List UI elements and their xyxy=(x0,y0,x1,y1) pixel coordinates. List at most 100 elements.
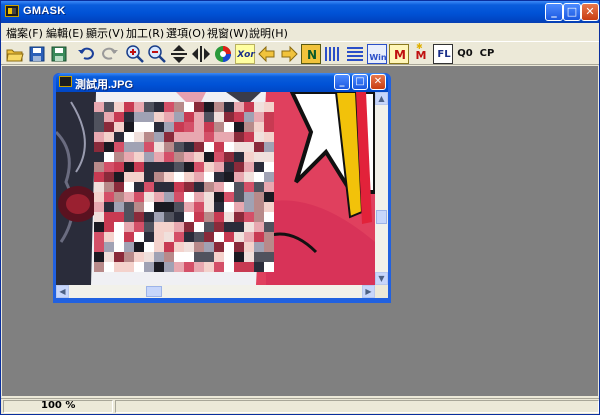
image-canvas[interactable] xyxy=(56,92,375,285)
image-document-window: 測試用.JPG _ □ ✕ ▲ ▼ ◀ ▶ xyxy=(53,73,391,303)
minimize-button[interactable]: _ xyxy=(545,3,563,21)
mosaic-tile xyxy=(124,262,134,272)
mosaic-tile xyxy=(114,102,124,112)
mosaic-tile xyxy=(264,252,274,262)
shift-left-button[interactable] xyxy=(257,44,277,64)
mosaic-tile xyxy=(144,152,154,162)
mosaic-tile xyxy=(154,122,164,132)
win-button[interactable]: Win xyxy=(367,44,387,64)
document-icon[interactable] xyxy=(59,76,72,87)
fl-button[interactable]: FL xyxy=(433,44,453,64)
zoom-out-button[interactable] xyxy=(147,44,167,64)
horizontal-glass-button[interactable] xyxy=(345,44,365,64)
mosaic-tile xyxy=(214,252,224,262)
menu-help[interactable]: 說明(H) xyxy=(249,25,288,41)
meko-plus-button[interactable]: M ✱ xyxy=(411,42,431,64)
mosaic-tile xyxy=(184,142,194,152)
mosaic-tile xyxy=(224,182,234,192)
mosaic-tile xyxy=(144,252,154,262)
vertical-scrollbar[interactable]: ▲ ▼ xyxy=(375,92,388,285)
mosaic-tile xyxy=(164,202,174,212)
mosaic-tile xyxy=(244,162,254,172)
mosaic-tile xyxy=(224,262,234,272)
save-button[interactable] xyxy=(27,44,47,64)
status-bar: 100 % xyxy=(1,398,599,414)
mosaic-tile xyxy=(264,232,274,242)
mosaic-tile xyxy=(134,122,144,132)
zoom-level: 100 % xyxy=(41,400,76,411)
image-minimize-button[interactable]: _ xyxy=(334,74,350,90)
scroll-down-button[interactable]: ▼ xyxy=(375,272,388,285)
mosaic-tile xyxy=(264,152,274,162)
app-icon[interactable] xyxy=(5,5,19,17)
title-bar[interactable]: GMASK _ □ ✕ xyxy=(1,1,599,23)
image-window-title: 測試用.JPG xyxy=(75,79,134,91)
mosaic-tile xyxy=(204,242,214,252)
flip-horizontal-button[interactable] xyxy=(191,44,211,64)
mosaic-tile xyxy=(94,102,104,112)
mosaic-tile xyxy=(174,242,184,252)
color-wheel-button[interactable] xyxy=(213,44,233,64)
vertical-scroll-thumb[interactable] xyxy=(376,210,387,224)
color-wheel-icon xyxy=(215,46,231,62)
mosaic-tile xyxy=(264,262,274,272)
save-as-button[interactable] xyxy=(49,44,69,64)
cp-button[interactable]: CP xyxy=(477,44,497,64)
mosaic-block xyxy=(94,102,274,272)
menu-options[interactable]: 選項(O) xyxy=(166,25,205,41)
vertical-glass-button[interactable] xyxy=(323,44,343,64)
size-grip[interactable] xyxy=(375,285,388,298)
redo-button[interactable] xyxy=(99,44,119,64)
mosaic-tile xyxy=(164,102,174,112)
zoom-in-button[interactable] xyxy=(125,44,145,64)
mosaic-tile xyxy=(164,262,174,272)
maximize-button[interactable]: □ xyxy=(563,3,581,21)
q0-button[interactable]: Q0 xyxy=(455,44,475,64)
shift-right-button[interactable] xyxy=(279,44,299,64)
undo-button[interactable] xyxy=(77,44,97,64)
scroll-left-button[interactable]: ◀ xyxy=(56,285,69,298)
xor-button[interactable]: Xor xyxy=(235,44,255,64)
menu-process[interactable]: 加工(R) xyxy=(126,25,164,41)
open-button[interactable] xyxy=(5,44,25,64)
scroll-right-button[interactable]: ▶ xyxy=(362,285,375,298)
mosaic-tile xyxy=(144,172,154,182)
mosaic-tile xyxy=(94,122,104,132)
close-button[interactable]: ✕ xyxy=(581,3,599,21)
mosaic-tile xyxy=(134,232,144,242)
image-maximize-button[interactable]: □ xyxy=(352,74,368,90)
menu-view[interactable]: 顯示(V) xyxy=(86,25,124,41)
mosaic-tile xyxy=(264,182,274,192)
redo-icon xyxy=(102,47,118,60)
mosaic-tile xyxy=(214,162,224,172)
mosaic-tile xyxy=(264,102,274,112)
mosaic-tile xyxy=(94,222,104,232)
mosaic-tile xyxy=(204,152,214,162)
mosaic-tile xyxy=(234,122,244,132)
flip-vertical-button[interactable] xyxy=(169,44,189,64)
undo-icon xyxy=(78,47,94,60)
meko-button[interactable]: M xyxy=(389,44,409,64)
image-window-title-bar[interactable]: 測試用.JPG _ □ ✕ xyxy=(56,73,388,92)
scroll-right-icon: ▶ xyxy=(365,287,372,296)
image-close-button[interactable]: ✕ xyxy=(370,74,386,90)
mosaic-tile xyxy=(264,122,274,132)
menu-edit[interactable]: 編輯(E) xyxy=(46,25,84,41)
mosaic-tile xyxy=(164,222,174,232)
mosaic-tile xyxy=(174,112,184,122)
nega-button[interactable]: N xyxy=(301,44,321,64)
horizontal-scroll-thumb[interactable] xyxy=(146,286,162,297)
horizontal-scrollbar[interactable]: ◀ ▶ xyxy=(56,285,375,298)
mosaic-tile xyxy=(114,192,124,202)
menu-window[interactable]: 視窗(W) xyxy=(207,25,248,41)
mosaic-tile xyxy=(224,232,234,242)
mosaic-tile xyxy=(114,202,124,212)
mosaic-tile xyxy=(204,202,214,212)
mosaic-tile xyxy=(234,102,244,112)
scroll-up-button[interactable]: ▲ xyxy=(375,92,388,105)
mosaic-tile xyxy=(244,122,254,132)
menu-file[interactable]: 檔案(F) xyxy=(6,25,43,41)
mosaic-tile xyxy=(244,212,254,222)
mosaic-tile xyxy=(254,172,264,182)
mosaic-tile xyxy=(154,202,164,212)
